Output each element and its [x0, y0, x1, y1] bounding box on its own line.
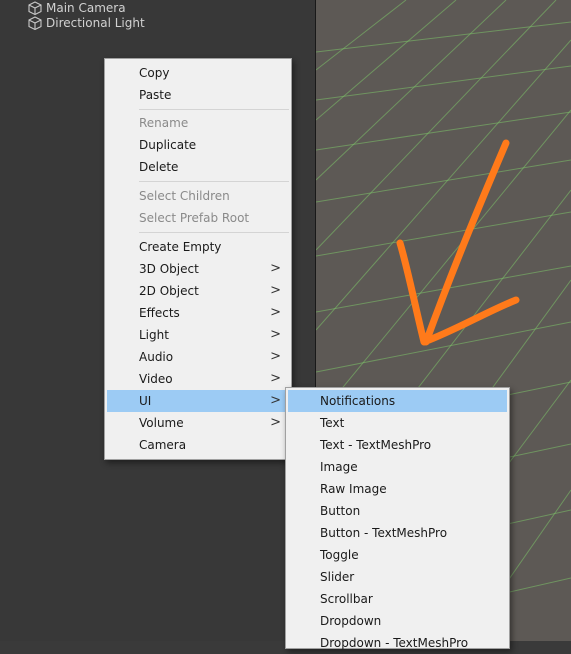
menu-item-light[interactable]: Light > [107, 324, 289, 346]
submenu-item-dropdown[interactable]: Dropdown [288, 610, 507, 632]
submenu-item-notifications[interactable]: Notifications [288, 390, 507, 412]
menu-separator [139, 181, 289, 182]
menu-item-label: Select Children [139, 189, 230, 203]
menu-item-label: Dropdown - TextMeshPro [320, 636, 469, 650]
menu-item-create-empty[interactable]: Create Empty [107, 236, 289, 258]
menu-item-label: Toggle [320, 548, 359, 562]
chevron-right-icon: > [270, 305, 281, 320]
menu-item-label: Delete [139, 160, 179, 174]
menu-item-paste[interactable]: Paste [107, 84, 289, 106]
menu-item-label: 3D Object [139, 262, 199, 276]
menu-item-label: Effects [139, 306, 180, 320]
menu-item-label: Camera [139, 438, 187, 452]
menu-item-label: Raw Image [320, 482, 387, 496]
submenu-item-text[interactable]: Text [288, 412, 507, 434]
menu-item-camera[interactable]: Camera [107, 434, 289, 456]
menu-item-select-children: Select Children [107, 185, 289, 207]
chevron-right-icon: > [270, 327, 281, 342]
menu-item-duplicate[interactable]: Duplicate [107, 134, 289, 156]
menu-item-label: Dropdown [320, 614, 382, 628]
menu-item-label: Text [320, 416, 345, 430]
submenu-item-button-textmeshpro[interactable]: Button - TextMeshPro [288, 522, 507, 544]
menu-item-label: Create Empty [139, 240, 222, 254]
menu-item-label: Scrollbar [320, 592, 373, 606]
submenu-item-button[interactable]: Button [288, 500, 507, 522]
submenu-item-image[interactable]: Image [288, 456, 507, 478]
menu-item-label: Light [139, 328, 169, 342]
menu-item-2d-object[interactable]: 2D Object > [107, 280, 289, 302]
submenu-item-toggle[interactable]: Toggle [288, 544, 507, 566]
menu-item-rename: Rename [107, 112, 289, 134]
hierarchy-item-directional-light[interactable]: Directional Light [28, 15, 145, 31]
menu-item-label: Notifications [320, 394, 396, 408]
menu-item-effects[interactable]: Effects > [107, 302, 289, 324]
ui-submenu: Notifications Text Text - TextMeshPro Im… [285, 387, 510, 650]
menu-item-label: Paste [139, 88, 172, 102]
chevron-right-icon: > [270, 371, 281, 386]
hierarchy-item-label: Main Camera [46, 1, 126, 15]
chevron-right-icon: > [270, 283, 281, 298]
menu-item-label: Button - TextMeshPro [320, 526, 448, 540]
menu-item-video[interactable]: Video > [107, 368, 289, 390]
hierarchy-item-main-camera[interactable]: Main Camera [28, 0, 126, 16]
submenu-item-scrollbar[interactable]: Scrollbar [288, 588, 507, 610]
menu-item-label: Volume [139, 416, 184, 430]
menu-item-label: 2D Object [139, 284, 199, 298]
menu-item-select-prefab-root: Select Prefab Root [107, 207, 289, 229]
hierarchy-item-label: Directional Light [46, 16, 145, 30]
gameobject-cube-icon [28, 16, 42, 30]
menu-separator [139, 232, 289, 233]
menu-item-delete[interactable]: Delete [107, 156, 289, 178]
menu-item-label: Slider [320, 570, 355, 584]
chevron-right-icon: > [270, 349, 281, 364]
menu-item-ui[interactable]: UI > [107, 390, 289, 412]
menu-item-label: Audio [139, 350, 174, 364]
submenu-item-raw-image[interactable]: Raw Image [288, 478, 507, 500]
gameobject-cube-icon [28, 1, 42, 15]
menu-item-copy[interactable]: Copy [107, 62, 289, 84]
menu-item-audio[interactable]: Audio > [107, 346, 289, 368]
submenu-item-text-textmeshpro[interactable]: Text - TextMeshPro [288, 434, 507, 456]
submenu-item-dropdown-textmeshpro[interactable]: Dropdown - TextMeshPro [288, 632, 507, 654]
submenu-item-slider[interactable]: Slider [288, 566, 507, 588]
menu-item-label: Image [320, 460, 358, 474]
chevron-right-icon: > [270, 393, 281, 408]
menu-item-label: Rename [139, 116, 189, 130]
menu-item-label: Video [139, 372, 173, 386]
menu-item-3d-object[interactable]: 3D Object > [107, 258, 289, 280]
chevron-right-icon: > [270, 261, 281, 276]
menu-separator [139, 109, 289, 110]
menu-item-label: Copy [139, 66, 170, 80]
menu-item-label: Duplicate [139, 138, 197, 152]
menu-item-label: Button [320, 504, 361, 518]
menu-item-label: UI [139, 394, 152, 408]
menu-item-label: Text - TextMeshPro [320, 438, 432, 452]
chevron-right-icon: > [270, 415, 281, 430]
annotation-arrow [396, 139, 520, 346]
menu-item-volume[interactable]: Volume > [107, 412, 289, 434]
context-menu: Copy Paste Rename Duplicate Delete Selec… [104, 58, 292, 460]
menu-item-label: Select Prefab Root [139, 211, 250, 225]
